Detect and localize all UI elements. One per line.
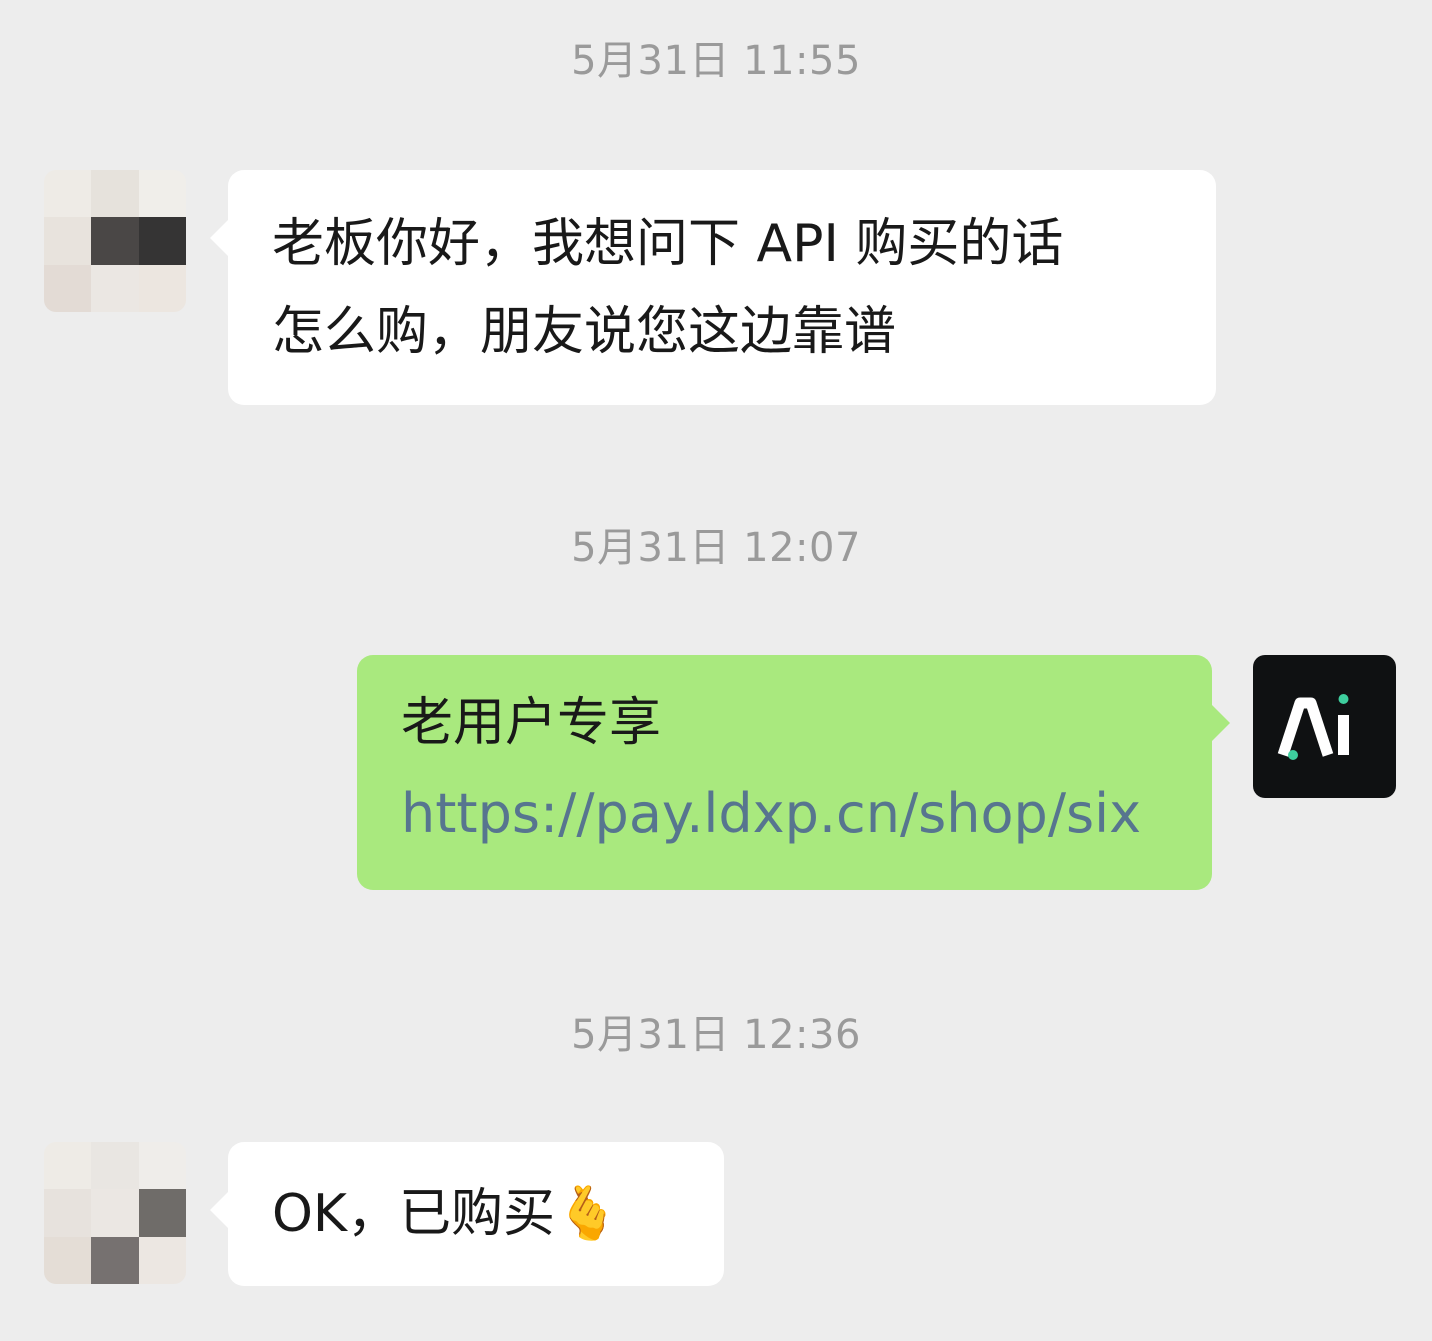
ai-logo-text: Ai	[1253, 655, 1254, 656]
ai-logo-icon	[1277, 694, 1349, 760]
pixelated-avatar-icon	[44, 1142, 186, 1284]
contact-avatar[interactable]	[44, 170, 186, 312]
incoming-message-bubble[interactable]: OK，已购买🫰	[210, 1142, 724, 1286]
bubble-tail	[1212, 705, 1230, 741]
message-timestamp: 5月31日 12:36	[571, 1012, 861, 1058]
bubble-tail	[210, 220, 228, 256]
message-timestamp: 5月31日 12:07	[571, 525, 861, 571]
outgoing-message-bubble[interactable]: 老用户专享 https://pay.ldxp.cn/shop/six	[357, 655, 1230, 890]
incoming-message-bubble[interactable]: 老板你好，我想问下 API 购买的话 怎么购，朋友说您这边靠谱	[210, 170, 1216, 405]
message-timestamp: 5月31日 11:55	[571, 38, 861, 84]
pixelated-avatar-icon	[44, 170, 186, 312]
bubble-tail	[210, 1192, 228, 1228]
message-text: 老用户专享	[401, 693, 662, 753]
message-text: OK，已购买🫰	[272, 1184, 620, 1244]
contact-avatar[interactable]	[44, 1142, 186, 1284]
self-avatar[interactable]: Ai	[1253, 655, 1396, 798]
shop-link[interactable]: https://pay.ldxp.cn/shop/six	[401, 767, 1168, 861]
message-text: 老板你好，我想问下 API 购买的话 怎么购，朋友说您这边靠谱	[272, 214, 1064, 362]
